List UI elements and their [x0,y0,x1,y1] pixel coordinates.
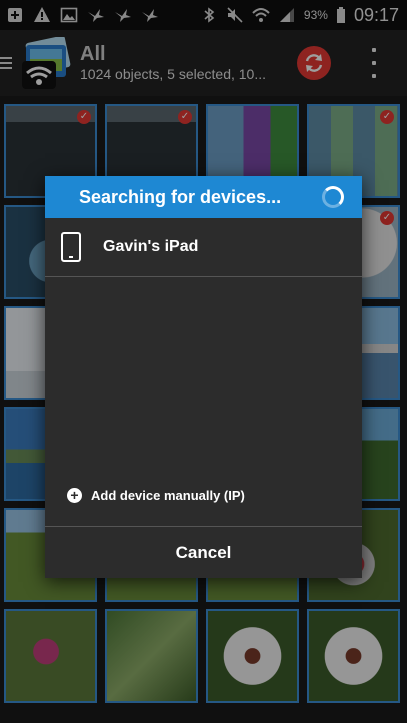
cancel-button[interactable]: Cancel [45,528,362,578]
tablet-icon [61,232,81,262]
add-device-label: Add device manually (IP) [91,488,245,503]
device-name: Gavin's iPad [103,238,199,255]
device-list-item[interactable]: Gavin's iPad [45,218,362,277]
plus-circle-icon: + [67,488,82,503]
divider [45,526,362,527]
device-search-dialog: Searching for devices... Gavin's iPad + … [45,176,362,578]
dialog-header: Searching for devices... [45,176,362,218]
loading-spinner-icon [322,186,344,208]
dialog-title: Searching for devices... [79,186,282,207]
add-device-manually-button[interactable]: + Add device manually (IP) [67,488,245,503]
